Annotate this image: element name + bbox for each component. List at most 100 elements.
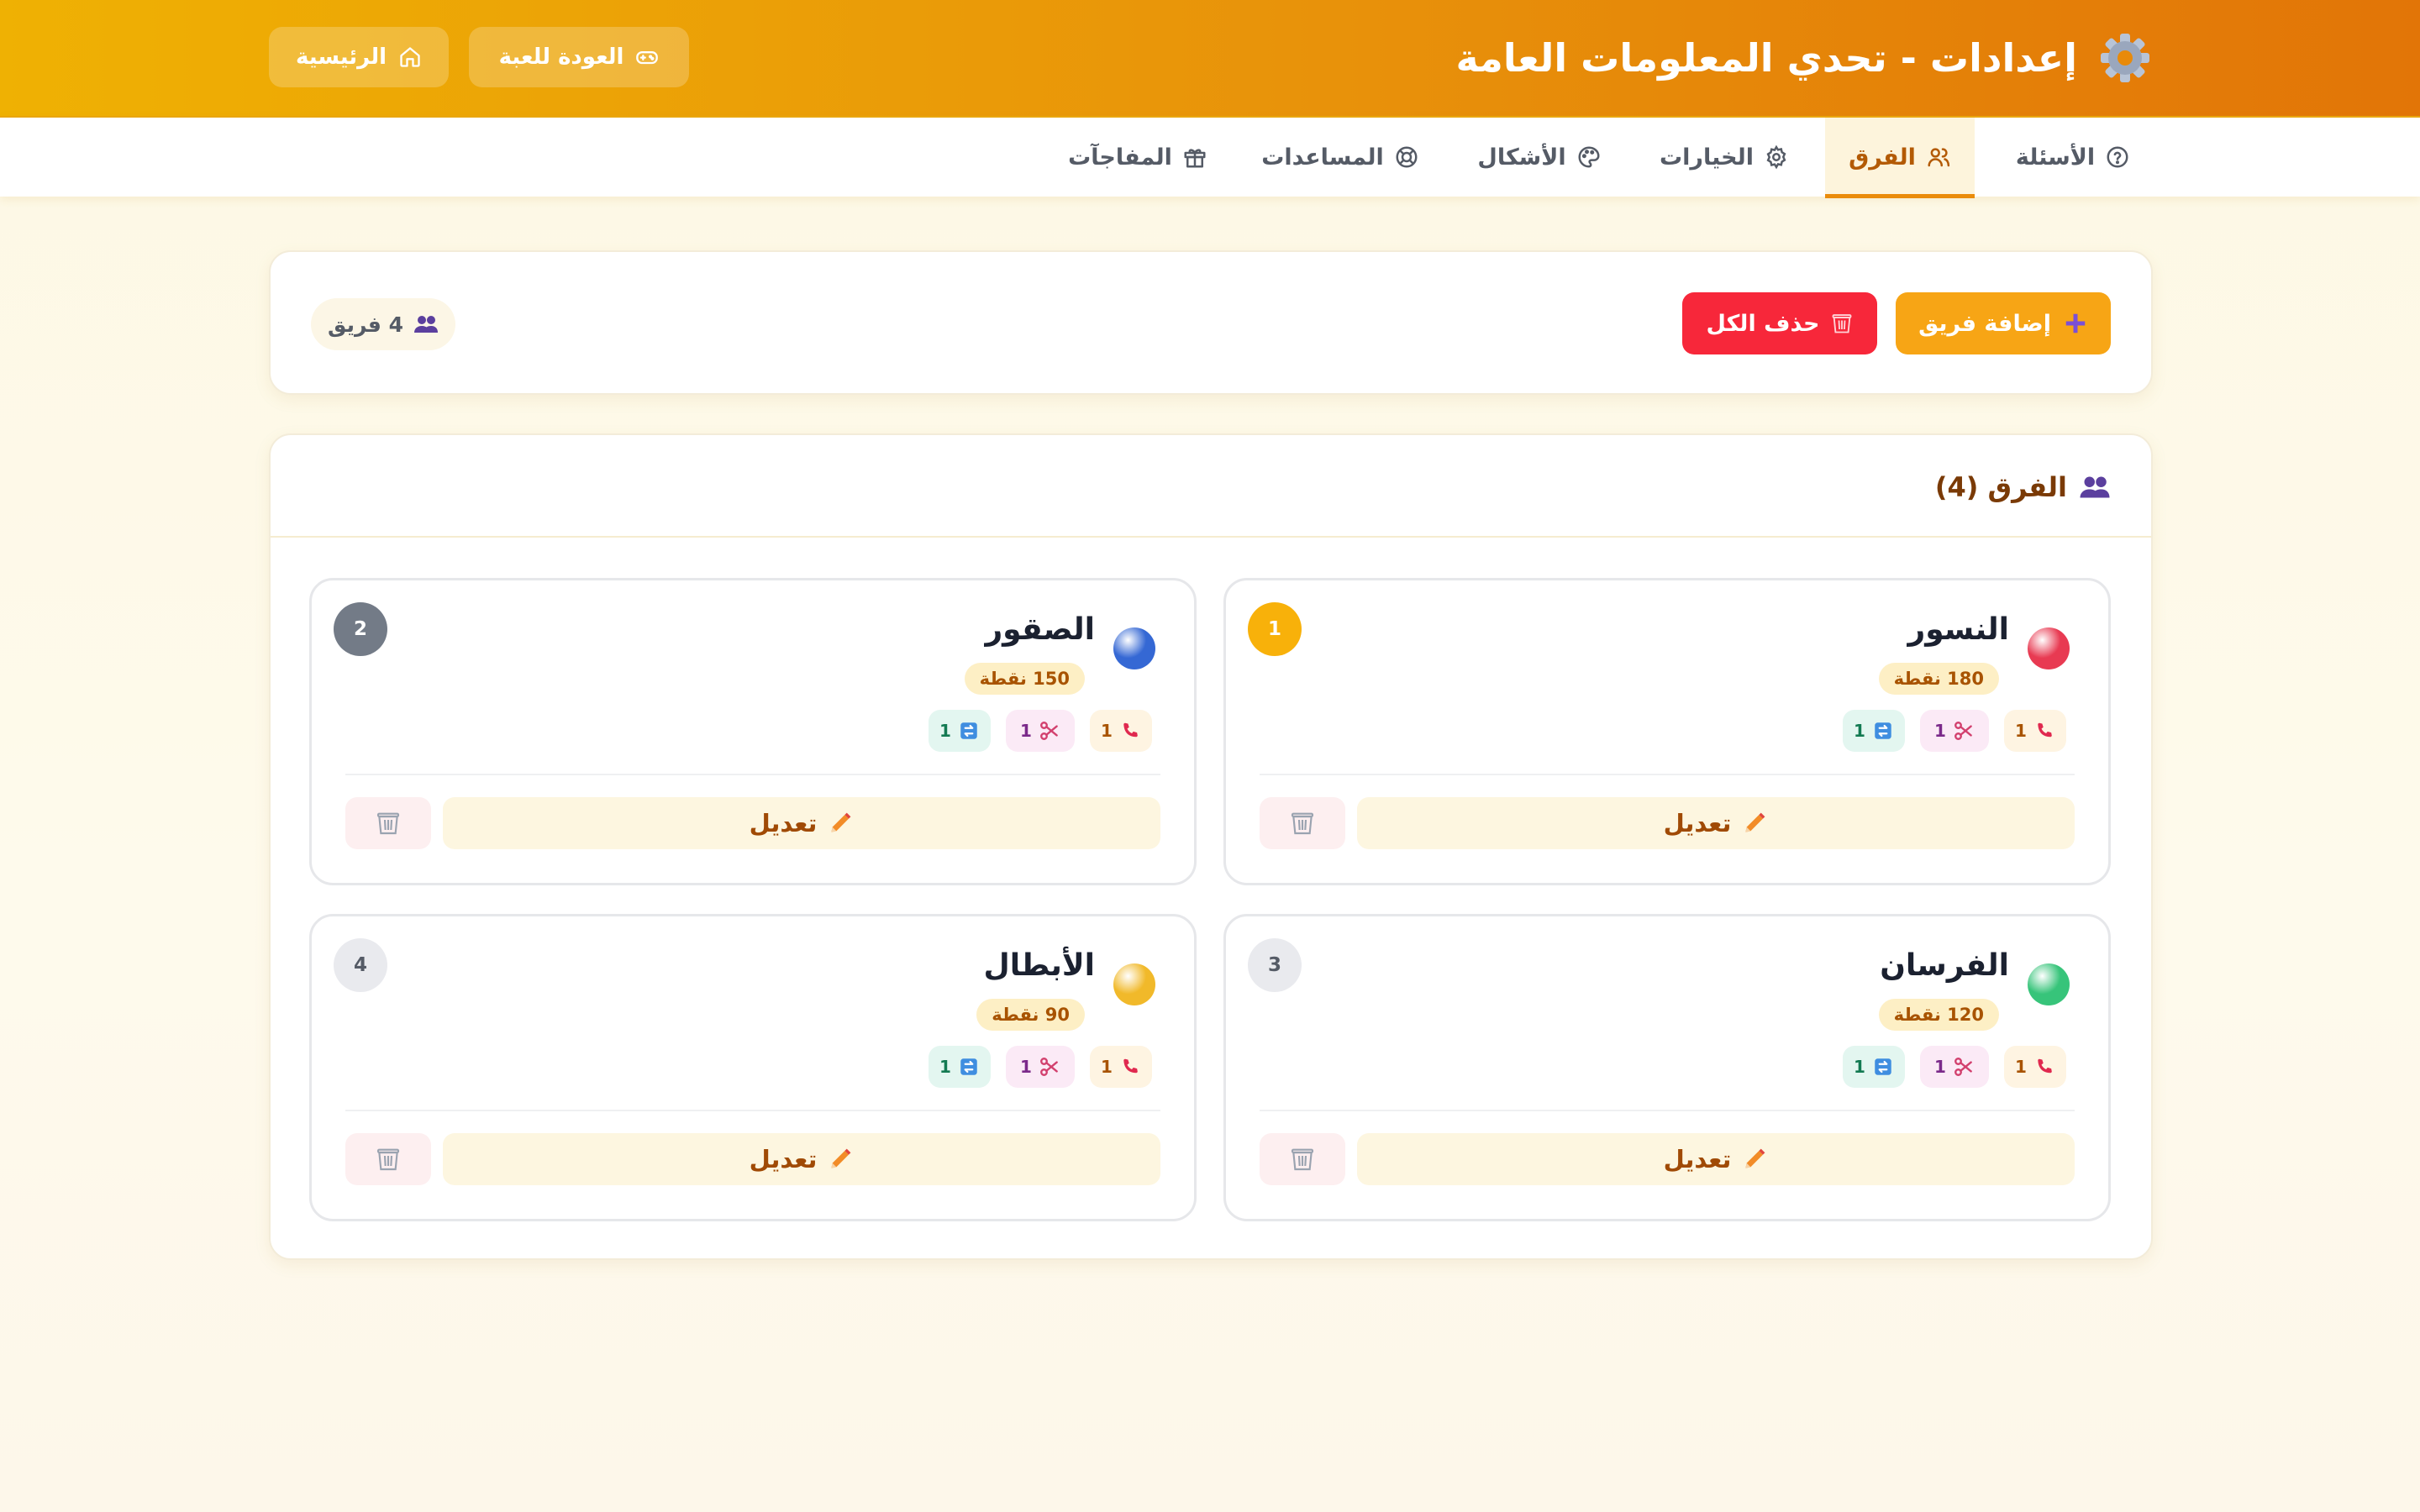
add-team-button[interactable]: إضافة فريق: [1896, 292, 2111, 354]
swap-icon: [1875, 722, 1891, 739]
scissors-icon: [1040, 1058, 1058, 1076]
team-points-badge: 90 نقطة: [976, 999, 1085, 1031]
wastebasket-icon: [376, 1148, 400, 1171]
people-icon: [2080, 476, 2110, 498]
aid-swap-badge: 1: [1843, 710, 1905, 752]
edit-team-label: تعديل: [749, 1145, 818, 1173]
scissors-icon: [1954, 722, 1972, 740]
card-divider: [345, 1110, 1160, 1111]
tab-surprises-label: المفاجآت: [1068, 144, 1172, 171]
delete-all-label: حذف الكل: [1706, 310, 1820, 337]
lifebuoy-icon: [1396, 146, 1418, 168]
edit-team-button[interactable]: تعديل: [1357, 797, 2075, 849]
aid-cut-count: 1: [1934, 1057, 1946, 1077]
home-button[interactable]: الرئيسية: [269, 27, 449, 87]
aid-swap-count: 1: [939, 721, 951, 741]
aid-cut-badge: 1: [1920, 1046, 1989, 1088]
team-points-badge: 180 نقطة: [1878, 663, 1999, 695]
tab-aids[interactable]: المساعدات: [1244, 118, 1437, 197]
team-card: النسور 180 نقطة 1 1 1 1 تعديل: [1223, 578, 2111, 885]
edit-team-button[interactable]: تعديل: [443, 1133, 1160, 1185]
wastebasket-icon: [1832, 314, 1851, 333]
pencil-icon: [831, 812, 851, 832]
tab-aids-label: المساعدات: [1261, 144, 1384, 171]
delete-all-button[interactable]: حذف الكل: [1682, 292, 1877, 354]
home-label: الرئيسية: [295, 45, 387, 70]
back-to-game-button[interactable]: العودة للعبة: [469, 27, 689, 87]
edit-team-label: تعديل: [749, 809, 818, 837]
aid-call-count: 1: [2015, 1057, 2027, 1077]
team-count-label: 4 فريق: [328, 312, 403, 337]
gift-icon: [1184, 149, 1206, 168]
delete-team-button[interactable]: [345, 797, 431, 849]
delete-team-button[interactable]: [1260, 797, 1345, 849]
home-icon: [400, 47, 420, 67]
team-rank-badge: 1: [1248, 602, 1302, 656]
gamepad-icon: [636, 50, 659, 65]
team-name: النسور: [1907, 612, 2009, 647]
wastebasket-icon: [1291, 812, 1314, 835]
swap-icon: [1875, 1058, 1891, 1075]
team-points-badge: 120 نقطة: [1878, 999, 1999, 1031]
back-to-game-label: العودة للعبة: [498, 45, 624, 70]
tab-options-label: الخيارات: [1660, 144, 1754, 171]
delete-team-button[interactable]: [345, 1133, 431, 1185]
phone-icon: [2038, 722, 2052, 738]
team-rank-badge: 2: [334, 602, 387, 656]
aid-call-count: 1: [1101, 1057, 1113, 1077]
teams-heading-label: الفرق (4): [1934, 471, 2067, 503]
team-color-dot: [2028, 963, 2070, 1005]
team-color-dot: [2028, 627, 2070, 669]
aid-swap-count: 1: [1854, 721, 1865, 741]
tab-surprises[interactable]: المفاجآت: [1052, 118, 1223, 197]
tab-questions[interactable]: الأسئلة: [1995, 118, 2151, 197]
aid-swap-badge: 1: [1843, 1046, 1905, 1088]
tab-shapes[interactable]: الأشكال: [1457, 118, 1622, 197]
tab-questions-label: الأسئلة: [2015, 144, 2096, 171]
team-card: الأبطال 90 نقطة 4 1 1 1 تعديل: [309, 914, 1197, 1221]
users-icon: [1928, 148, 1950, 167]
team-rank-badge: 4: [334, 938, 387, 992]
aid-swap-badge: 1: [929, 1046, 991, 1088]
tab-teams-label: الفرق: [1849, 144, 1916, 171]
teams-heading: الفرق (4): [1935, 469, 2111, 506]
team-points-badge: 150 نقطة: [964, 663, 1085, 695]
wastebasket-icon: [376, 812, 400, 835]
team-name: الأبطال: [983, 948, 1096, 983]
teams-toolbar: إضافة فريق حذف الكل 4 فريق: [269, 250, 2153, 395]
help-circle-icon: [2107, 146, 2128, 168]
add-team-label: إضافة فريق: [1918, 310, 2051, 337]
team-count-badge: 4 فريق: [311, 298, 455, 350]
aid-call-badge: 1: [1090, 1046, 1152, 1088]
phone-icon: [1123, 722, 1138, 738]
edit-team-button[interactable]: تعديل: [443, 797, 1160, 849]
teams-panel: الفرق (4) النسور 180 نقطة 1 1 1 1 تعديل …: [269, 433, 2153, 1260]
palette-icon: [1578, 146, 1600, 168]
tab-options[interactable]: الخيارات: [1642, 118, 1807, 197]
top-header: إعدادات - تحدي المعلومات العامة العودة ل…: [0, 0, 2420, 116]
scissors-icon: [1954, 1058, 1972, 1076]
edit-team-button[interactable]: تعديل: [1357, 1133, 2075, 1185]
team-card: الصقور 150 نقطة 2 1 1 1 تعديل: [309, 578, 1197, 885]
card-divider: [345, 774, 1160, 775]
page-title: إعدادات - تحدي المعلومات العامة: [1455, 35, 2077, 81]
pencil-icon: [1745, 812, 1765, 832]
pencil-icon: [831, 1148, 851, 1168]
team-name: الصقور: [985, 612, 1095, 647]
aid-call-count: 1: [2015, 721, 2027, 741]
aid-cut-badge: 1: [1006, 710, 1075, 752]
plus-icon: [2065, 313, 2086, 333]
card-divider: [1260, 774, 2075, 775]
team-card: الفرسان 120 نقطة 3 1 1 1 تعديل: [1223, 914, 2111, 1221]
team-color-dot: [1113, 963, 1155, 1005]
delete-team-button[interactable]: [1260, 1133, 1345, 1185]
phone-icon: [1123, 1058, 1138, 1074]
edit-team-label: تعديل: [1663, 809, 1732, 837]
team-name: الفرسان: [1880, 948, 2009, 983]
settings-tabs: الأسئلة الفرق الخيارات الأشكال المساعدات…: [0, 116, 2420, 198]
aid-call-badge: 1: [2004, 1046, 2066, 1088]
page-title-wrap: إعدادات - تحدي المعلومات العامة: [1455, 30, 2151, 86]
swap-icon: [960, 1058, 977, 1075]
phone-icon: [2038, 1058, 2052, 1074]
tab-teams[interactable]: الفرق: [1825, 118, 1975, 198]
